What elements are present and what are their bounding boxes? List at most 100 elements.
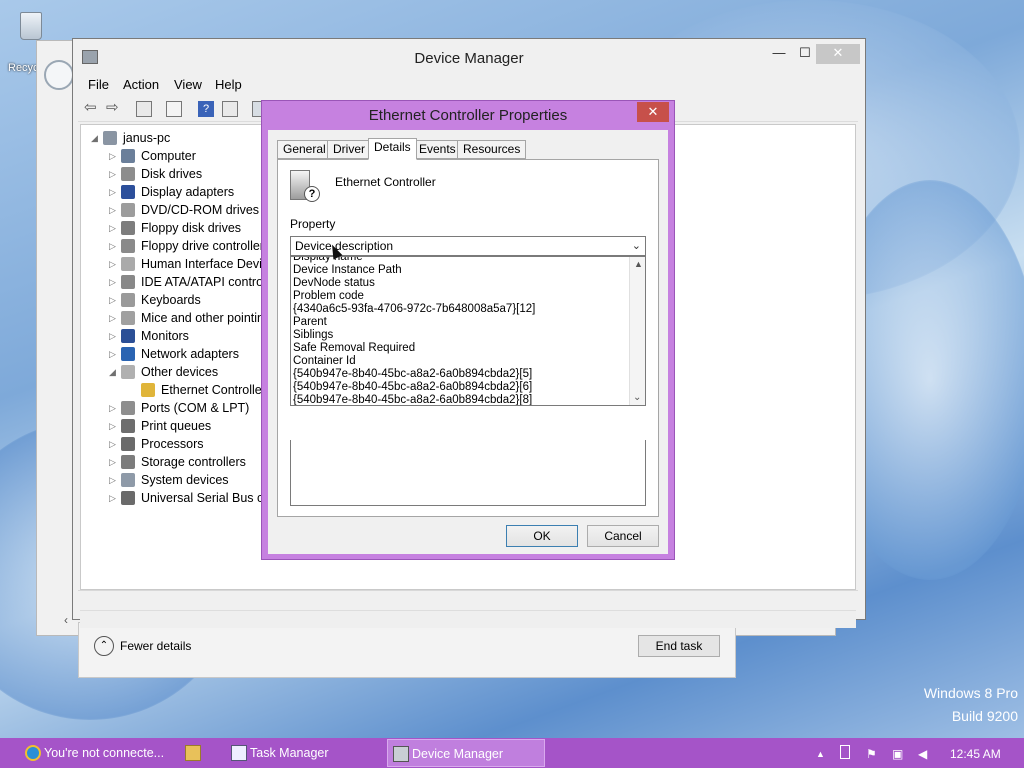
taskbar-item-internet-explorer[interactable]: You're not connecte... (20, 739, 174, 767)
expand-arrow-icon[interactable]: ▷ (109, 471, 119, 489)
tree-item-label: Disk drives (141, 167, 203, 181)
expand-arrow-icon[interactable]: ▷ (109, 273, 119, 291)
floppy-controller-icon (121, 239, 135, 253)
dropdown-option[interactable]: {4340a6c5-93fa-4706-972c-7b648008a5a7}[1… (293, 303, 535, 316)
horizontal-scrollbar[interactable]: ‹ (64, 610, 856, 628)
property-label: Property (290, 217, 336, 231)
expanded-arrow-icon[interactable]: ◢ (109, 363, 119, 381)
expand-arrow-icon[interactable]: ▷ (109, 237, 119, 255)
menu-view[interactable]: View (174, 77, 202, 92)
network-disconnected-icon[interactable]: ▣ (892, 747, 903, 761)
expand-arrow-icon[interactable]: ▷ (109, 327, 119, 345)
network-adapter-icon (121, 347, 135, 361)
dropdown-scrollbar[interactable]: ▲ ⌄ (629, 257, 645, 405)
scroll-down-icon[interactable]: ⌄ (633, 392, 641, 403)
expand-arrow-icon[interactable]: ▷ (109, 291, 119, 309)
tree-item-label: Storage controllers (141, 455, 246, 469)
tree-item-label: Ports (COM & LPT) (141, 401, 250, 415)
dropdown-option[interactable]: Safe Removal Required (293, 342, 415, 355)
dropdown-option[interactable]: {540b947e-8b40-45bc-a8a2-6a0b894cbda2}[5… (293, 368, 532, 381)
taskbar-item-task-manager[interactable]: Task Manager (226, 739, 382, 767)
expand-arrow-icon[interactable]: ▷ (109, 489, 119, 507)
trash-icon (20, 12, 42, 40)
menu-file[interactable]: File (88, 77, 109, 92)
tree-item-label: Processors (141, 437, 204, 451)
maximize-button[interactable]: ☐ (792, 44, 818, 64)
fewer-details-link[interactable]: Fewer details (120, 639, 191, 653)
clock[interactable]: 12:45 AM (950, 747, 1001, 761)
expand-arrow-icon[interactable]: ▷ (109, 165, 119, 183)
expand-arrow-icon[interactable]: ▷ (109, 219, 119, 237)
dropdown-option[interactable]: Device Instance Path (293, 264, 402, 277)
tree-item-label: Monitors (141, 329, 189, 343)
ok-button[interactable]: OK (506, 525, 578, 547)
storage-controller-icon (121, 455, 135, 469)
expanded-arrow-icon[interactable]: ◢ (91, 129, 101, 147)
dropdown-option[interactable]: Problem code (293, 290, 364, 303)
dropdown-option[interactable]: Siblings (293, 329, 333, 342)
help-icon[interactable]: ? (198, 101, 214, 117)
back-arrow-icon[interactable] (44, 60, 74, 90)
cancel-button[interactable]: Cancel (587, 525, 659, 547)
dropdown-option[interactable]: {540b947e-8b40-45bc-a8a2-6a0b894cbda2}[6… (293, 381, 532, 394)
taskbar-item-file-explorer[interactable] (180, 739, 220, 767)
dropdown-option[interactable]: Display name (293, 257, 363, 264)
expand-arrow-icon[interactable]: ▷ (109, 345, 119, 363)
tab-driver[interactable]: Driver (327, 140, 371, 159)
floppy-disk-icon (121, 221, 135, 235)
expand-arrow-icon[interactable]: ▷ (109, 255, 119, 273)
expand-arrow-icon[interactable]: ▷ (109, 435, 119, 453)
dropdown-option[interactable]: Container Id (293, 355, 356, 368)
chevron-down-icon: ⌄ (631, 240, 641, 252)
minimize-button[interactable]: — (766, 44, 792, 64)
forward-icon[interactable]: ⇨ (106, 98, 122, 116)
tab-details[interactable]: Details (368, 138, 417, 160)
dropdown-option[interactable]: {540b947e-8b40-45bc-a8a2-6a0b894cbda2}[8… (293, 394, 532, 405)
device-name: Ethernet Controller (335, 175, 436, 189)
property-dropdown[interactable]: Device description ⌄ (290, 236, 646, 256)
file-explorer-icon (185, 745, 201, 761)
taskbar-item-device-manager[interactable]: Device Manager (387, 739, 545, 767)
close-button[interactable]: ✕ (816, 44, 860, 64)
expand-arrow-icon[interactable]: ▷ (109, 417, 119, 435)
computer-icon (121, 149, 135, 163)
dropdown-option[interactable]: Parent (293, 316, 327, 329)
action-center-flag-icon[interactable]: ⚑ (866, 747, 877, 761)
collapse-chevron-icon[interactable]: ⌃ (94, 636, 114, 656)
device-manager-icon (393, 746, 409, 762)
computer-icon (103, 131, 117, 145)
taskbar-item-label: You're not connecte... (44, 746, 165, 760)
tab-resources[interactable]: Resources (457, 140, 527, 159)
menu-action[interactable]: Action (123, 77, 159, 92)
other-devices-icon (121, 365, 135, 379)
volume-muted-icon[interactable]: ◀ (918, 747, 927, 761)
tree-item-label: DVD/CD-ROM drives (141, 203, 260, 217)
property-options-list[interactable]: ▲ ⌄ Display name Device Instance Path DevN… (290, 256, 646, 406)
expand-arrow-icon[interactable]: ▷ (109, 309, 119, 327)
disk-drive-icon (121, 167, 135, 181)
internet-explorer-icon (25, 745, 41, 761)
dropdown-option[interactable]: DevNode status (293, 277, 375, 290)
menu-help[interactable]: Help (215, 77, 242, 92)
scroll-up-icon[interactable]: ▲ (634, 259, 643, 269)
device-manager-titlebar: Device Manager — ☐ ✕ (72, 40, 866, 74)
scan-icon[interactable] (166, 101, 182, 117)
dialog-close-button[interactable]: ✕ (637, 102, 669, 122)
show-hidden-icons-icon[interactable]: ▲ (816, 749, 825, 759)
property-value-box (290, 440, 646, 506)
expand-arrow-icon[interactable]: ▷ (109, 201, 119, 219)
view-icon[interactable] (222, 101, 238, 117)
expand-arrow-icon[interactable]: ▷ (109, 453, 119, 471)
scroll-left-icon[interactable]: ‹ (64, 613, 68, 627)
tab-events[interactable]: Events (413, 140, 462, 159)
expand-arrow-icon[interactable]: ▷ (109, 183, 119, 201)
end-task-button[interactable]: End task (638, 635, 720, 657)
back-icon[interactable]: ⇦ (84, 98, 100, 116)
tab-general[interactable]: General (277, 140, 332, 159)
expand-arrow-icon[interactable]: ▷ (109, 147, 119, 165)
tree-item-label: Floppy disk drives (141, 221, 242, 235)
battery-icon[interactable] (840, 745, 850, 759)
tree-item-label: Keyboards (141, 293, 201, 307)
properties-icon[interactable] (136, 101, 152, 117)
expand-arrow-icon[interactable]: ▷ (109, 399, 119, 417)
